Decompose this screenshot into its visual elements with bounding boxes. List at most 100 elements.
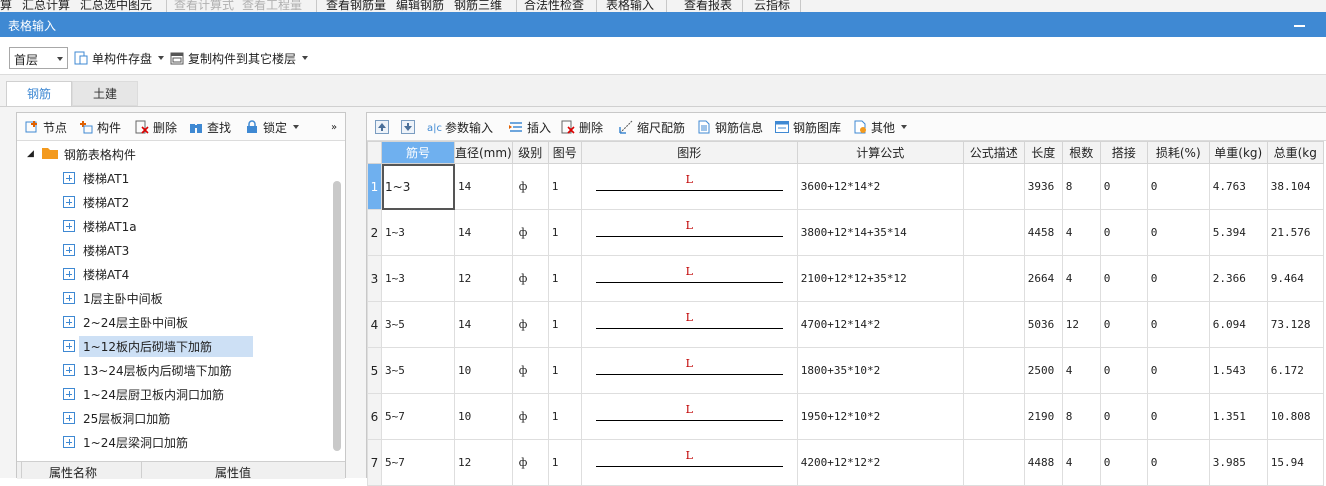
count-cell[interactable]: 4 [1061, 255, 1101, 302]
row-number[interactable]: 3 [367, 255, 382, 302]
length-cell[interactable]: 2664 [1023, 255, 1063, 302]
length-cell[interactable]: 4458 [1023, 209, 1063, 256]
find-button[interactable]: 查找 [189, 117, 231, 137]
diameter-cell[interactable]: 12 [454, 439, 513, 486]
collapse-triangle-icon[interactable]: ◢ [27, 149, 34, 159]
figure-no-cell[interactable]: 1 [547, 209, 582, 256]
delete-component-button[interactable]: 删除 [135, 117, 177, 137]
formula-description-cell[interactable] [962, 301, 1025, 348]
count-cell[interactable]: 4 [1061, 439, 1101, 486]
tree-item[interactable]: 1~24层梁洞口加筋 [63, 431, 188, 453]
column-header[interactable]: 级别 [511, 141, 549, 164]
grade-cell[interactable]: ф [511, 301, 549, 348]
tree-item[interactable]: 1~24层厨卫板内洞口加筋 [63, 383, 224, 405]
move-up-button[interactable] [375, 117, 393, 137]
add-node-button[interactable]: 节点 [25, 117, 67, 137]
tree-item[interactable]: 1层主卧中间板 [63, 287, 163, 309]
total-weight-cell[interactable]: 15.94 [1266, 439, 1324, 486]
ribbon-item-cloud-index[interactable]: 云指标 [754, 0, 790, 12]
diameter-cell[interactable]: 12 [454, 255, 513, 302]
bar-no-cell[interactable]: 3~5 [381, 301, 455, 348]
lap-cell[interactable]: 0 [1099, 393, 1148, 440]
formula-description-cell[interactable] [962, 209, 1025, 256]
row-number[interactable]: 5 [367, 347, 382, 394]
formula-cell[interactable]: 3800+12*14+35*14 [796, 209, 964, 256]
scale-rebar-button[interactable]: 缩尺配筋 [619, 117, 685, 137]
figure-no-cell[interactable]: 1 [547, 301, 582, 348]
length-cell[interactable]: 4488 [1023, 439, 1063, 486]
minimize-icon[interactable] [1294, 17, 1306, 31]
formula-description-cell[interactable] [962, 439, 1025, 486]
rebar-library-button[interactable]: 钢筋图库 [775, 117, 841, 137]
move-down-button[interactable] [401, 117, 419, 137]
tab-civil[interactable]: 土建 [72, 81, 138, 106]
column-header[interactable]: 计算公式 [796, 141, 964, 164]
diameter-cell[interactable]: 10 [454, 347, 513, 394]
column-header[interactable]: 根数 [1061, 141, 1101, 164]
ribbon-item-summary-calc[interactable]: 汇总计算 [22, 0, 70, 12]
column-header[interactable]: 长度 [1023, 141, 1063, 164]
total-weight-cell[interactable]: 9.464 [1266, 255, 1324, 302]
tree-item[interactable]: 13~24层板内后砌墙下加筋 [63, 359, 232, 381]
shape-cell[interactable]: L [580, 393, 798, 440]
tree-item[interactable]: 楼梯AT1 [63, 167, 129, 189]
row-number[interactable]: 1 [367, 163, 382, 210]
row-number[interactable]: 2 [367, 209, 382, 256]
count-cell[interactable]: 8 [1061, 163, 1101, 210]
count-cell[interactable]: 4 [1061, 209, 1101, 256]
shape-cell[interactable]: L [580, 301, 798, 348]
length-cell[interactable]: 3936 [1023, 163, 1063, 210]
chevron-down-icon[interactable] [302, 56, 309, 60]
insert-button[interactable]: 插入 [509, 117, 551, 137]
diameter-cell[interactable]: 10 [454, 393, 513, 440]
unit-weight-cell[interactable]: 4.763 [1208, 163, 1268, 210]
unit-weight-cell[interactable]: 1.543 [1208, 347, 1268, 394]
loss-cell[interactable]: 0 [1146, 439, 1210, 486]
column-header[interactable]: 损耗(%) [1146, 141, 1210, 164]
total-weight-cell[interactable]: 10.808 [1266, 393, 1324, 440]
grade-cell[interactable]: ф [511, 163, 549, 210]
row-number[interactable]: 7 [367, 439, 382, 486]
tree-item[interactable]: 2~24层主卧中间板 [63, 311, 188, 333]
bar-no-cell[interactable]: 1~3 [381, 255, 455, 302]
tree-item[interactable]: 楼梯AT2 [63, 191, 129, 213]
add-component-button[interactable]: 构件 [79, 117, 121, 137]
loss-cell[interactable]: 0 [1146, 209, 1210, 256]
tree-item[interactable]: 25层板洞口加筋 [63, 407, 170, 429]
column-header[interactable]: 筋号 [381, 141, 455, 164]
chevron-down-icon[interactable] [158, 56, 165, 60]
row-number[interactable]: 6 [367, 393, 382, 440]
tree-item[interactable]: 楼梯AT4 [63, 263, 129, 285]
loss-cell[interactable]: 0 [1146, 163, 1210, 210]
ribbon-item-validity-check[interactable]: 合法性检查 [524, 0, 584, 12]
column-header[interactable]: 搭接 [1099, 141, 1148, 164]
ribbon-item-summary-selected[interactable]: 汇总选中图元 [80, 0, 152, 12]
tab-rebar[interactable]: 钢筋 [6, 81, 72, 106]
table-row[interactable]: 6 5~7 10 ф 1 L 1950+12*10*2 2190 8 0 0 1.351 10.808 [367, 393, 1324, 440]
figure-no-cell[interactable]: 1 [547, 439, 582, 486]
chevron-down-icon[interactable] [901, 125, 908, 129]
ribbon-item-view-report[interactable]: 查看报表 [684, 0, 732, 12]
count-cell[interactable]: 4 [1061, 347, 1101, 394]
ribbon-item-view-rebar[interactable]: 查看钢筋量 [326, 0, 386, 12]
shape-cell[interactable]: L [580, 209, 798, 256]
unit-weight-cell[interactable]: 5.394 [1208, 209, 1268, 256]
table-row[interactable]: 2 1~3 14 ф 1 L 3800+12*14+35*14 4458 4 0 0 5.394 21.… [367, 209, 1324, 256]
formula-cell[interactable]: 1950+12*10*2 [796, 393, 964, 440]
formula-description-cell[interactable] [962, 163, 1025, 210]
figure-no-cell[interactable]: 1 [547, 255, 582, 302]
ribbon-item-table-input[interactable]: 表格输入 [606, 0, 654, 12]
ribbon-item-view-formula[interactable]: 查看计算式 [174, 0, 234, 12]
length-cell[interactable]: 2190 [1023, 393, 1063, 440]
length-cell[interactable]: 2500 [1023, 347, 1063, 394]
ribbon-item-edit-rebar[interactable]: 编辑钢筋 [396, 0, 444, 12]
tree-item[interactable]: 楼梯AT1a [63, 215, 137, 237]
bar-no-cell[interactable]: 5~7 [381, 439, 455, 486]
formula-cell[interactable]: 3600+12*14*2 [796, 163, 964, 210]
tree-root[interactable]: ◢ 钢筋表格构件 [27, 143, 136, 165]
column-header[interactable]: 总重(kg [1266, 141, 1324, 164]
loss-cell[interactable]: 0 [1146, 255, 1210, 302]
diameter-cell[interactable]: 14 [454, 209, 513, 256]
unit-weight-cell[interactable]: 1.351 [1208, 393, 1268, 440]
unit-weight-cell[interactable]: 3.985 [1208, 439, 1268, 486]
